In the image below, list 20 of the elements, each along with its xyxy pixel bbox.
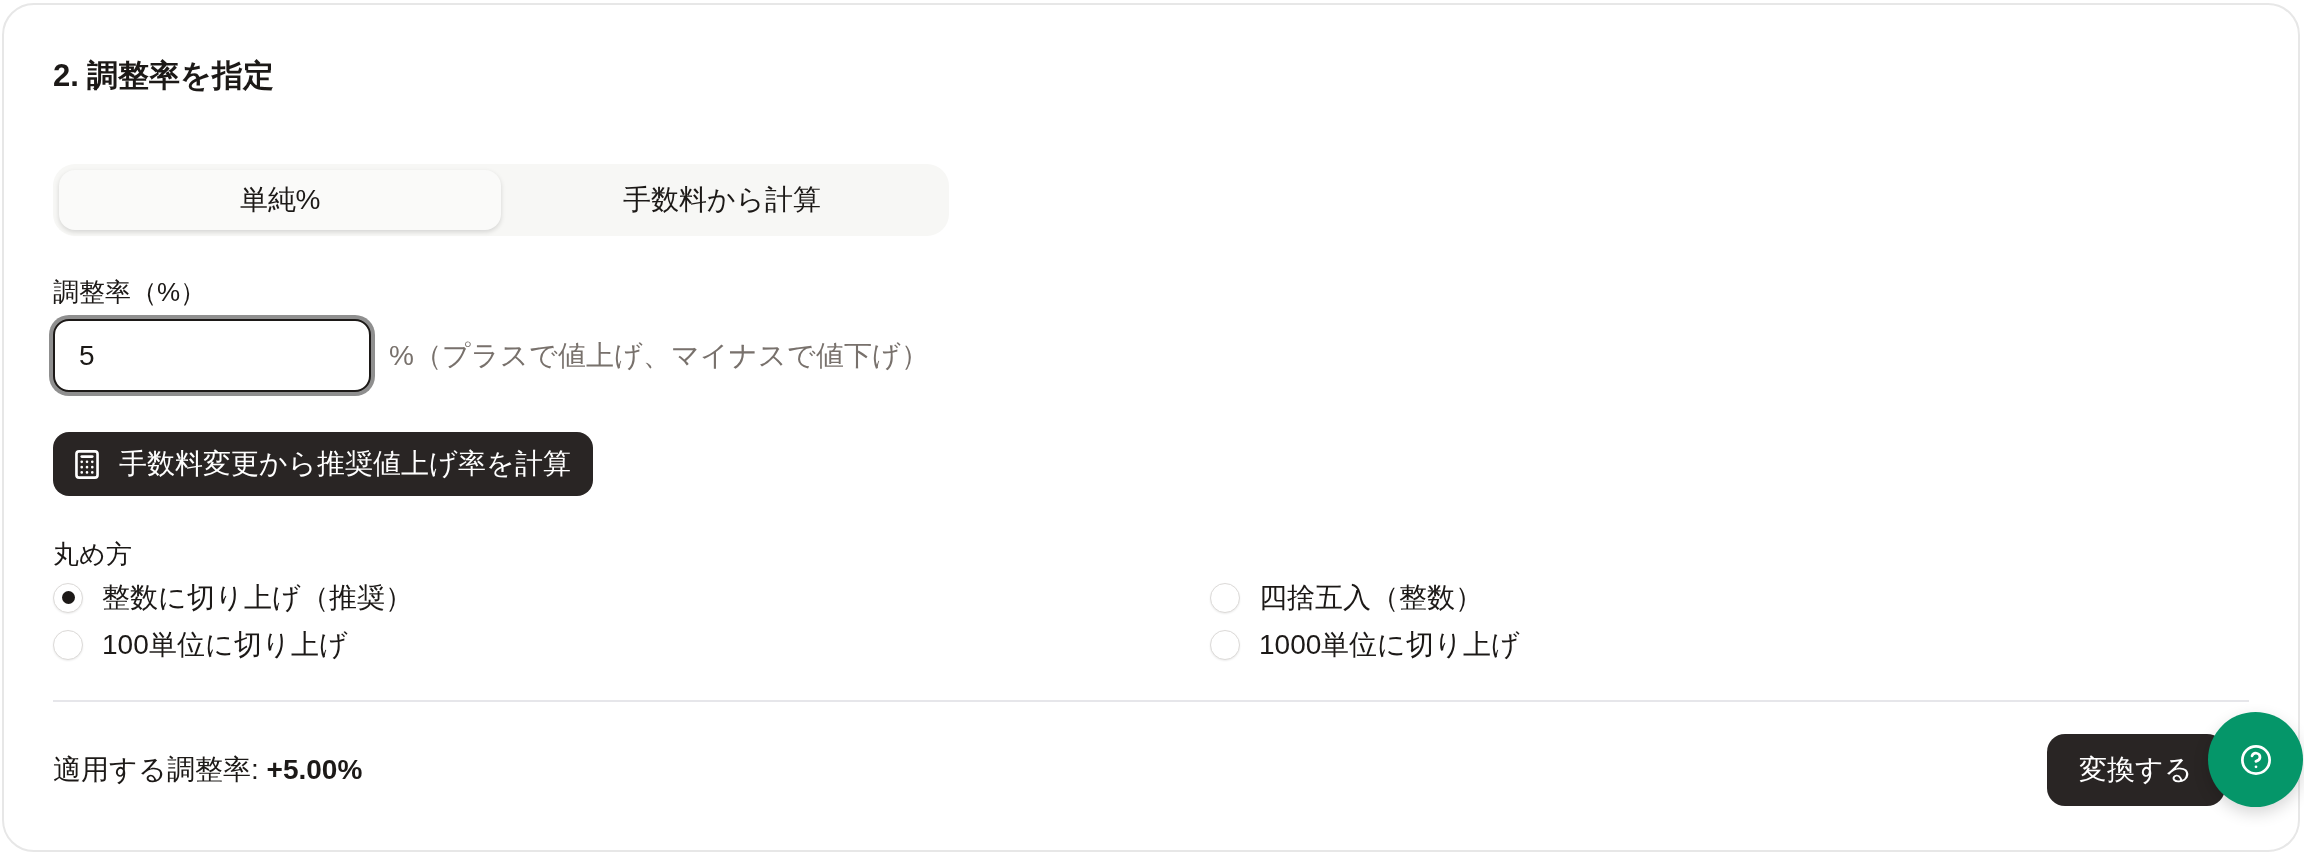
help-icon	[2240, 744, 2271, 775]
radio-button[interactable]	[1210, 629, 1240, 660]
radio-label[interactable]: 四捨五入（整数）	[1259, 578, 1483, 617]
radio-button[interactable]	[53, 629, 83, 660]
rate-input[interactable]: 5	[53, 319, 371, 392]
radio-label[interactable]: 1000単位に切り上げ	[1259, 625, 1521, 664]
radio-label[interactable]: 整数に切り上げ（推奨）	[102, 578, 413, 617]
radio-button[interactable]	[53, 582, 83, 613]
mode-tab[interactable]: 手数料から計算	[501, 170, 943, 230]
radio-button[interactable]	[1210, 582, 1240, 613]
calculate-button[interactable]: 手数料変更から推奨値上げ率を計算	[53, 432, 593, 496]
radio-label[interactable]: 100単位に切り上げ	[102, 625, 348, 664]
calculator-icon	[75, 449, 99, 479]
field-label: 調整率（%）	[53, 276, 207, 309]
applied-rate-text: 適用する調整率: +5.00%	[53, 753, 363, 787]
rounding-label: 丸め方	[53, 538, 132, 571]
field-hint: %（プラスで値上げ、マイナスで値下げ）	[389, 338, 929, 373]
section-title: 2. 調整率を指定	[53, 57, 275, 95]
convert-button[interactable]: 変換する	[2047, 734, 2225, 806]
mode-tab[interactable]: 単純%	[59, 170, 501, 230]
